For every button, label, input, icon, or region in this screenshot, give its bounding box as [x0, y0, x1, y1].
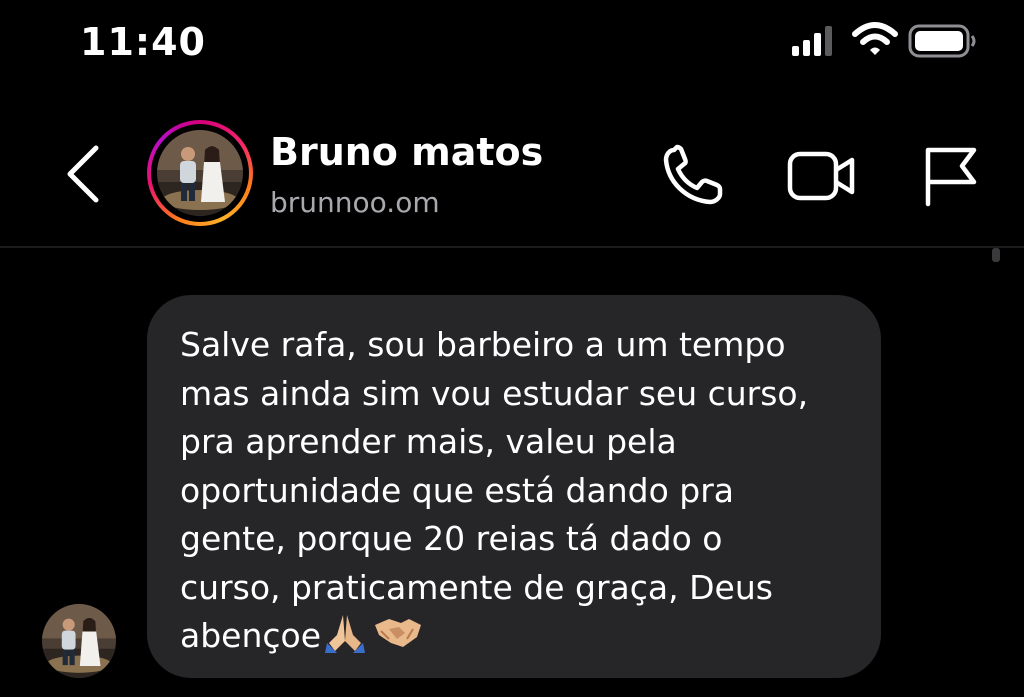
back-button[interactable]	[60, 142, 108, 206]
status-bar: 11:40	[0, 0, 1024, 90]
video-call-button[interactable]	[786, 148, 858, 204]
contact-name[interactable]: Bruno matos	[270, 130, 543, 174]
chat-header: Bruno matos brunnoo.om	[0, 100, 1024, 246]
header-divider	[0, 246, 1024, 248]
incoming-message-bubble[interactable]: Salve rafa, sou barbeiro a um tempo mas …	[147, 295, 881, 678]
message-text: Salve rafa, sou barbeiro a um tempo mas …	[180, 321, 860, 661]
flag-icon	[925, 147, 977, 207]
message-body: Salve rafa, sou barbeiro a um tempo mas …	[180, 325, 809, 655]
message-emojis	[323, 613, 429, 653]
report-button[interactable]	[920, 144, 980, 208]
audio-call-button[interactable]	[660, 144, 726, 208]
handshake-emoji	[375, 619, 422, 647]
contact-avatar[interactable]	[147, 120, 253, 226]
chat-screen: 11:40 Bruno matos brunnoo.om Salve rafa,…	[0, 0, 1024, 697]
contact-username[interactable]: brunnoo.om	[270, 186, 440, 219]
battery-icon	[908, 24, 978, 63]
cellular-signal-icon	[792, 24, 836, 61]
folded-hands-emoji	[325, 615, 366, 653]
video-camera-icon	[787, 151, 855, 201]
story-ring-gap	[151, 124, 249, 222]
chevron-left-icon	[67, 145, 99, 203]
sender-avatar[interactable]	[42, 604, 116, 678]
wifi-icon	[852, 22, 898, 63]
phone-icon	[663, 144, 723, 205]
status-time: 11:40	[80, 20, 206, 64]
scroll-indicator[interactable]	[992, 248, 1000, 262]
avatar-photo	[157, 130, 243, 216]
